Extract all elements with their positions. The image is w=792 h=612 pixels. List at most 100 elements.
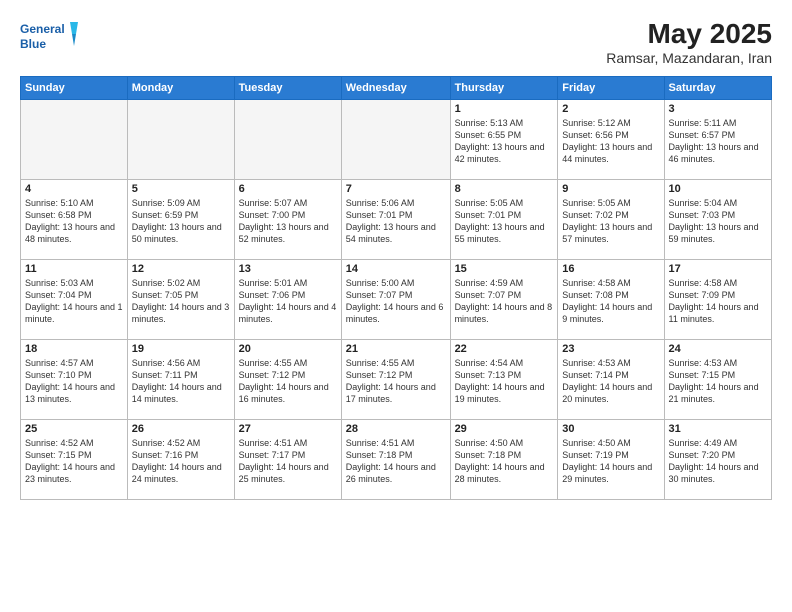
sunset-label: Sunset:	[132, 210, 165, 220]
sunrise-label: Sunrise:	[132, 358, 168, 368]
daylight-label: Daylight: 13 hours and 59 minutes.	[669, 222, 759, 244]
week-row-3: 11 Sunrise: 5:03 AM Sunset: 7:04 PM Dayl…	[21, 260, 772, 340]
day-number: 20	[239, 343, 337, 355]
logo-svg: General Blue	[20, 18, 80, 56]
week-row-2: 4 Sunrise: 5:10 AM Sunset: 6:58 PM Dayli…	[21, 180, 772, 260]
day-info: Sunrise: 4:52 AM Sunset: 7:15 PM Dayligh…	[25, 437, 123, 486]
day-cell	[234, 100, 341, 180]
day-cell: 27 Sunrise: 4:51 AM Sunset: 7:17 PM Dayl…	[234, 420, 341, 500]
daylight-label: Daylight: 14 hours and 3 minutes.	[132, 302, 230, 324]
daylight-label: Daylight: 13 hours and 54 minutes.	[346, 222, 436, 244]
day-number: 18	[25, 343, 123, 355]
sunrise-time: 4:52 AM	[61, 438, 94, 448]
daylight-label: Daylight: 14 hours and 24 minutes.	[132, 462, 222, 484]
column-header-sunday: Sunday	[21, 77, 128, 100]
daylight-label: Daylight: 14 hours and 6 minutes.	[346, 302, 444, 324]
daylight-label: Daylight: 14 hours and 26 minutes.	[346, 462, 436, 484]
sunrise-time: 4:58 AM	[598, 278, 631, 288]
sunrise-label: Sunrise:	[346, 278, 382, 288]
page: General Blue May 2025 Ramsar, Mazandaran…	[0, 0, 792, 612]
sunrise-time: 5:04 AM	[704, 198, 737, 208]
day-info: Sunrise: 5:12 AM Sunset: 6:56 PM Dayligh…	[562, 117, 659, 166]
sunrise-label: Sunrise:	[455, 118, 491, 128]
sunset-label: Sunset:	[239, 370, 272, 380]
sunset-time: 7:14 PM	[595, 370, 629, 380]
sunset-label: Sunset:	[562, 370, 595, 380]
day-number: 21	[346, 343, 446, 355]
day-cell: 30 Sunrise: 4:50 AM Sunset: 7:19 PM Dayl…	[558, 420, 664, 500]
day-info: Sunrise: 4:58 AM Sunset: 7:08 PM Dayligh…	[562, 277, 659, 326]
sunset-label: Sunset:	[562, 290, 595, 300]
day-cell: 9 Sunrise: 5:05 AM Sunset: 7:02 PM Dayli…	[558, 180, 664, 260]
day-number: 24	[669, 343, 767, 355]
sunrise-time: 5:11 AM	[704, 118, 736, 128]
sunrise-label: Sunrise:	[455, 198, 491, 208]
sunrise-time: 4:59 AM	[490, 278, 523, 288]
sunrise-label: Sunrise:	[346, 198, 382, 208]
sunrise-label: Sunrise:	[25, 278, 61, 288]
day-info: Sunrise: 4:54 AM Sunset: 7:13 PM Dayligh…	[455, 357, 554, 406]
day-number: 1	[455, 103, 554, 115]
sunrise-time: 4:55 AM	[381, 358, 414, 368]
daylight-label: Daylight: 14 hours and 20 minutes.	[562, 382, 652, 404]
sunset-label: Sunset:	[455, 210, 488, 220]
day-cell: 4 Sunrise: 5:10 AM Sunset: 6:58 PM Dayli…	[21, 180, 128, 260]
logo: General Blue	[20, 18, 80, 56]
sunrise-time: 5:01 AM	[274, 278, 307, 288]
day-info: Sunrise: 5:02 AM Sunset: 7:05 PM Dayligh…	[132, 277, 230, 326]
sunrise-label: Sunrise:	[562, 118, 598, 128]
sunrise-label: Sunrise:	[239, 198, 275, 208]
sunrise-label: Sunrise:	[455, 438, 491, 448]
sunset-label: Sunset:	[346, 450, 379, 460]
sunset-label: Sunset:	[239, 210, 272, 220]
sunset-label: Sunset:	[455, 290, 488, 300]
daylight-label: Daylight: 13 hours and 52 minutes.	[239, 222, 329, 244]
subtitle: Ramsar, Mazandaran, Iran	[606, 50, 772, 66]
daylight-label: Daylight: 14 hours and 19 minutes.	[455, 382, 545, 404]
day-number: 26	[132, 423, 230, 435]
column-header-friday: Friday	[558, 77, 664, 100]
sunset-time: 7:02 PM	[595, 210, 629, 220]
day-number: 31	[669, 423, 767, 435]
day-cell: 31 Sunrise: 4:49 AM Sunset: 7:20 PM Dayl…	[664, 420, 771, 500]
sunset-time: 7:18 PM	[488, 450, 522, 460]
day-cell: 18 Sunrise: 4:57 AM Sunset: 7:10 PM Dayl…	[21, 340, 128, 420]
sunrise-time: 5:06 AM	[381, 198, 414, 208]
day-info: Sunrise: 4:51 AM Sunset: 7:17 PM Dayligh…	[239, 437, 337, 486]
day-cell: 29 Sunrise: 4:50 AM Sunset: 7:18 PM Dayl…	[450, 420, 558, 500]
svg-text:General: General	[20, 22, 65, 36]
day-number: 12	[132, 263, 230, 275]
sunset-label: Sunset:	[455, 370, 488, 380]
day-cell: 3 Sunrise: 5:11 AM Sunset: 6:57 PM Dayli…	[664, 100, 771, 180]
sunrise-time: 5:10 AM	[61, 198, 94, 208]
sunrise-label: Sunrise:	[239, 438, 275, 448]
day-cell: 17 Sunrise: 4:58 AM Sunset: 7:09 PM Dayl…	[664, 260, 771, 340]
daylight-label: Daylight: 14 hours and 4 minutes.	[239, 302, 337, 324]
sunrise-time: 4:53 AM	[598, 358, 631, 368]
sunrise-label: Sunrise:	[562, 198, 598, 208]
day-number: 8	[455, 183, 554, 195]
day-number: 14	[346, 263, 446, 275]
day-number: 19	[132, 343, 230, 355]
sunrise-label: Sunrise:	[455, 278, 491, 288]
day-number: 5	[132, 183, 230, 195]
day-info: Sunrise: 5:11 AM Sunset: 6:57 PM Dayligh…	[669, 117, 767, 166]
sunrise-time: 4:51 AM	[274, 438, 307, 448]
day-info: Sunrise: 5:05 AM Sunset: 7:02 PM Dayligh…	[562, 197, 659, 246]
sunset-label: Sunset:	[346, 210, 379, 220]
calendar-header-row: SundayMondayTuesdayWednesdayThursdayFrid…	[21, 77, 772, 100]
sunrise-label: Sunrise:	[25, 358, 61, 368]
sunset-time: 7:20 PM	[702, 450, 736, 460]
sunset-time: 7:18 PM	[379, 450, 413, 460]
day-number: 2	[562, 103, 659, 115]
day-cell: 14 Sunrise: 5:00 AM Sunset: 7:07 PM Dayl…	[341, 260, 450, 340]
day-info: Sunrise: 5:03 AM Sunset: 7:04 PM Dayligh…	[25, 277, 123, 326]
sunrise-time: 5:00 AM	[381, 278, 414, 288]
sunset-time: 7:15 PM	[58, 450, 92, 460]
daylight-label: Daylight: 13 hours and 42 minutes.	[455, 142, 545, 164]
sunset-label: Sunset:	[669, 370, 702, 380]
day-cell: 12 Sunrise: 5:02 AM Sunset: 7:05 PM Dayl…	[127, 260, 234, 340]
sunrise-label: Sunrise:	[239, 358, 275, 368]
sunrise-label: Sunrise:	[669, 118, 705, 128]
day-number: 9	[562, 183, 659, 195]
